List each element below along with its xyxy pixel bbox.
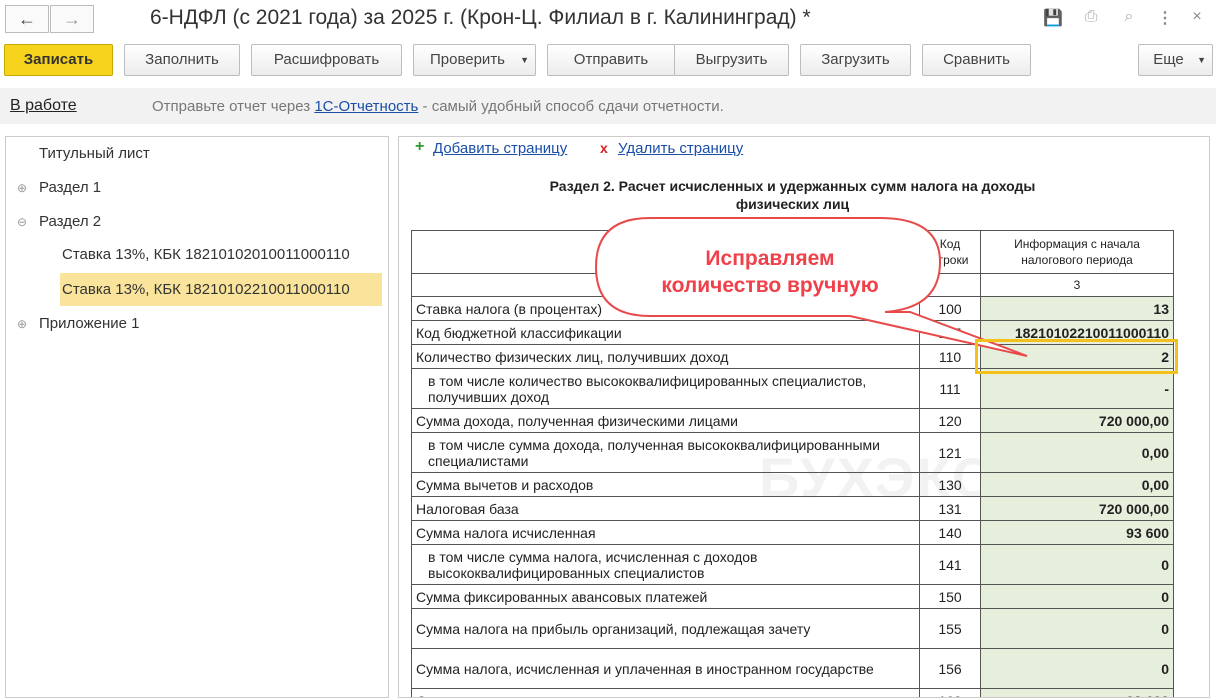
table-row: в том числе количество высококвалифициро… [412,369,1174,409]
header-col-number: 3 [981,274,1174,297]
row-value[interactable]: 0 [981,585,1174,609]
tree-item-title-page[interactable]: Титульный лист [39,139,150,169]
row-code: 131 [920,497,981,521]
save-button[interactable]: Записать [4,44,113,76]
import-button[interactable]: Загрузить [800,44,911,76]
row-name: в том числе сумма дохода, полученная выс… [412,433,920,473]
row-value[interactable]: - [981,369,1174,409]
chevron-down-icon: ▼ [1197,45,1206,75]
tree-item-rate-2-selected[interactable]: Ставка 13%, КБК 18210102210011000110 [60,273,382,306]
table-row: Сумма вычетов и расходов1300,00 [412,473,1174,497]
more-label: Еще [1153,51,1184,68]
info-text-after: - самый удобный способ сдачи отчетности. [418,98,723,115]
save-icon[interactable]: 💾 [1042,8,1064,30]
row-name: Сумма налога, исчисленная и уплаченная в… [412,649,920,689]
1c-reporting-link[interactable]: 1С-Отчетность [314,98,418,115]
row-name: Сумма налога удержанная [412,689,920,698]
row-name: Сумма фиксированных авансовых платежей [412,585,920,609]
window-title: 6-НДФЛ (с 2021 года) за 2025 г. (Крон-Ц.… [150,6,811,30]
forward-button[interactable]: → [50,5,94,33]
info-text: Отправьте отчет через 1С-Отчетность - са… [152,98,724,115]
decode-button[interactable]: Расшифровать [251,44,402,76]
row-value[interactable]: 0 [981,545,1174,585]
row-name: Сумма дохода, полученная физическими лиц… [412,409,920,433]
row-code: 140 [920,521,981,545]
row-value[interactable]: 13 [981,297,1174,321]
send-button[interactable]: Отправить [547,44,675,76]
delete-page-link[interactable]: Удалить страницу [618,140,743,157]
row-value[interactable]: 0,00 [981,473,1174,497]
section-title-line2: физических лиц [411,195,1174,213]
tree-item-section-1[interactable]: Раздел 1 [39,173,101,203]
row-code: 130 [920,473,981,497]
expand-icon[interactable]: ⊕ [17,181,27,195]
callout-line2: количество вручную [600,272,940,299]
check-button[interactable]: Проверить ▼ [413,44,536,76]
table-row: Налоговая база131720 000,00 [412,497,1174,521]
header-info: Информация с начала налогового периода [981,231,1174,274]
preview-icon[interactable]: ⌕ [1118,8,1140,30]
status-link[interactable]: В работе [10,97,77,115]
info-text-before: Отправьте отчет через [152,98,314,115]
highlight-box [975,339,1178,374]
row-name: в том числе сумма налога, исчисленная с … [412,545,920,585]
row-name: Сумма налога на прибыль организаций, под… [412,609,920,649]
print-icon[interactable]: ⎙ [1080,8,1102,30]
row-value[interactable]: 720 000,00 [981,409,1174,433]
table-row: Сумма налога удержанная16093 600 [412,689,1174,698]
row-value[interactable]: 0 [981,649,1174,689]
collapse-icon[interactable]: ⊖ [17,215,27,229]
section-title-line1: Раздел 2. Расчет исчисленных и удержанны… [411,177,1174,195]
chevron-down-icon: ▼ [520,45,529,75]
table-row: Сумма налога, исчисленная и уплаченная в… [412,649,1174,689]
row-name: в том числе количество высококвалифициро… [412,369,920,409]
row-value[interactable]: 93 600 [981,689,1174,698]
more-button[interactable]: Еще ▼ [1138,44,1213,76]
row-value[interactable]: 0,00 [981,433,1174,473]
callout-text: Исправляем количество вручную [600,245,940,299]
sections-tree: Титульный лист ⊕ Раздел 1 ⊖ Раздел 2 Ста… [5,136,389,698]
row-name: Сумма налога исчисленная [412,521,920,545]
row-value[interactable]: 720 000,00 [981,497,1174,521]
row-code: 111 [920,369,981,409]
row-name: Сумма вычетов и расходов [412,473,920,497]
table-row: Сумма налога на прибыль организаций, под… [412,609,1174,649]
row-value[interactable]: 93 600 [981,521,1174,545]
delete-x-icon: x [600,140,608,156]
export-button[interactable]: Выгрузить [674,44,789,76]
expand-icon[interactable]: ⊕ [17,317,27,331]
table-row: в том числе сумма налога, исчисленная с … [412,545,1174,585]
row-value[interactable]: 0 [981,609,1174,649]
row-code: 150 [920,585,981,609]
row-name: Налоговая база [412,497,920,521]
tree-item-appendix-1[interactable]: Приложение 1 [39,309,140,339]
check-label: Проверить [430,51,505,68]
table-row: Сумма налога исчисленная14093 600 [412,521,1174,545]
tree-item-section-2[interactable]: Раздел 2 [39,207,101,237]
close-icon[interactable]: × [1186,8,1208,30]
row-code: 141 [920,545,981,585]
fill-button[interactable]: Заполнить [124,44,240,76]
row-code: 120 [920,409,981,433]
compare-button[interactable]: Сравнить [922,44,1031,76]
back-button[interactable]: ← [5,5,49,33]
table-row: в том числе сумма дохода, полученная выс… [412,433,1174,473]
row-code: 160 [920,689,981,698]
table-row: Сумма фиксированных авансовых платежей15… [412,585,1174,609]
row-code: 121 [920,433,981,473]
row-code: 156 [920,649,981,689]
info-bar: В работе Отправьте отчет через 1С-Отчетн… [0,88,1216,124]
add-page-link[interactable]: Добавить страницу [433,140,567,157]
callout-line1: Исправляем [600,245,940,272]
table-row: Сумма дохода, полученная физическими лиц… [412,409,1174,433]
row-code: 155 [920,609,981,649]
section-title: Раздел 2. Расчет исчисленных и удержанны… [411,177,1174,213]
more-icon[interactable]: ⋮ [1154,8,1176,30]
plus-icon: + [415,138,424,156]
tree-item-rate-1[interactable]: Ставка 13%, КБК 18210102010011000110 [62,240,350,270]
